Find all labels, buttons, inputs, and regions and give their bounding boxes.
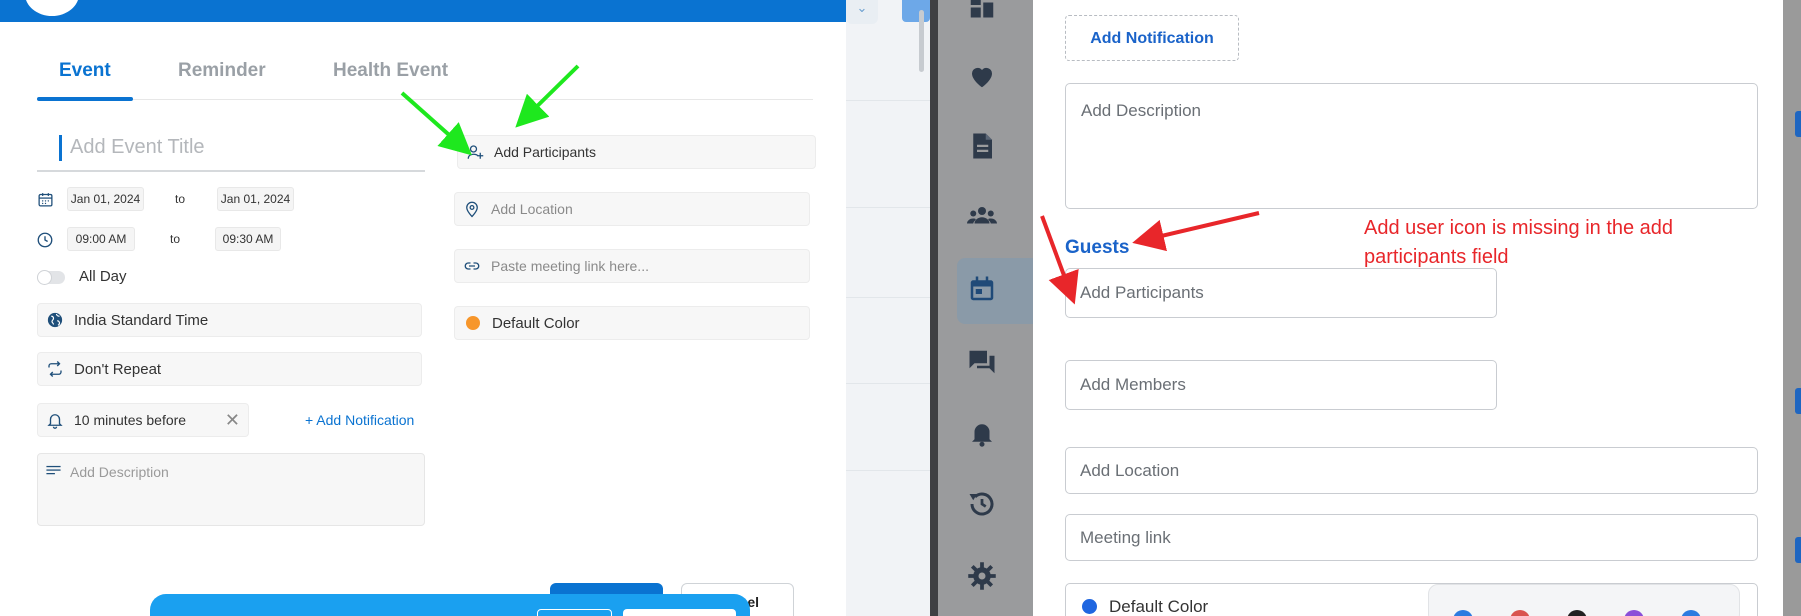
location-placeholder: Add Location xyxy=(1080,460,1180,480)
gear-icon[interactable] xyxy=(967,561,997,591)
add-notification-link[interactable]: + Add Notification xyxy=(305,412,414,428)
blue-color-dot xyxy=(1082,599,1097,614)
tab-event[interactable]: Event xyxy=(59,60,111,82)
banner-outline-button[interactable] xyxy=(537,609,612,616)
color-value: Default Color xyxy=(492,314,580,332)
add-notification-button[interactable]: Add Notification xyxy=(1065,15,1239,61)
meeting-link-field[interactable]: Meeting link xyxy=(1065,514,1758,561)
timezone-value: India Standard Time xyxy=(74,311,209,329)
color-value: Default Color xyxy=(1109,596,1209,616)
tab-divider xyxy=(133,99,813,100)
dashboard-icon[interactable] xyxy=(967,0,997,30)
timezone-select[interactable]: India Standard Time xyxy=(37,303,422,337)
background-page-strip xyxy=(846,0,930,616)
background-row-divider xyxy=(846,383,930,384)
repeat-icon xyxy=(46,360,64,378)
repeat-select[interactable]: Don't Repeat xyxy=(37,352,422,386)
link-icon xyxy=(463,257,481,275)
chevron-down-icon[interactable]: ⌄ xyxy=(846,0,878,24)
history-icon[interactable] xyxy=(967,489,997,519)
repeat-value: Don't Repeat xyxy=(74,360,162,378)
meeting-link-placeholder: Paste meeting link here... xyxy=(491,258,649,274)
tab-reminder[interactable]: Reminder xyxy=(178,60,266,82)
calendar-icon[interactable] xyxy=(967,274,997,304)
document-icon[interactable] xyxy=(967,131,997,161)
participants-placeholder: Add Participants xyxy=(1080,283,1204,302)
banner-solid-button[interactable] xyxy=(623,609,736,616)
end-date-field[interactable]: Jan 01, 2024 xyxy=(217,187,294,211)
add-user-icon xyxy=(466,143,484,161)
annotation-note: Add user icon is missing in the add part… xyxy=(1364,217,1674,268)
tab-health-event[interactable]: Health Event xyxy=(333,60,448,82)
text-caret xyxy=(59,135,62,161)
background-blue-button[interactable] xyxy=(902,0,930,22)
calendar-icon xyxy=(38,193,53,207)
meeting-link-field[interactable]: Paste meeting link here... xyxy=(454,249,810,283)
dialog-header-bar xyxy=(0,0,930,22)
orange-color-dot xyxy=(466,316,480,330)
screenshot-divider xyxy=(930,0,938,616)
notification-value: 10 minutes before xyxy=(74,412,187,428)
participants-field[interactable]: Add Participants xyxy=(1065,268,1497,318)
background-row-divider xyxy=(846,207,930,208)
toggle-knob xyxy=(37,270,52,285)
location-pin-icon xyxy=(463,200,481,218)
heart-icon[interactable] xyxy=(967,61,997,91)
chat-icon[interactable] xyxy=(967,347,997,377)
screenshot-stage: ⌄ Event Reminder Health Event Add Event … xyxy=(0,0,1801,616)
background-row-divider xyxy=(846,297,930,298)
notification-field[interactable]: 10 minutes before ✕ xyxy=(37,403,249,437)
title-underline xyxy=(37,170,425,172)
vertical-scrollbar[interactable] xyxy=(919,10,924,72)
background-row-divider xyxy=(846,100,930,101)
description-placeholder: Add Description xyxy=(70,464,169,480)
active-tab-indicator xyxy=(37,97,133,101)
all-day-label: All Day xyxy=(79,268,127,285)
members-placeholder: Add Members xyxy=(1080,375,1186,394)
members-field[interactable]: Add Members xyxy=(1065,360,1497,410)
bell-icon xyxy=(46,411,64,429)
participants-placeholder: Add Participants xyxy=(494,144,596,160)
location-field[interactable]: Add Location xyxy=(1065,447,1758,494)
edge-tab[interactable] xyxy=(1795,537,1801,563)
globe-icon xyxy=(46,311,64,329)
event-form-right: Add Notification Add Description Guests … xyxy=(938,0,1801,616)
clock-icon xyxy=(37,232,53,248)
time-range-to: to xyxy=(170,232,181,246)
start-date-field[interactable]: Jan 01, 2024 xyxy=(67,187,144,211)
location-field[interactable]: Add Location xyxy=(454,192,810,226)
close-icon[interactable]: ✕ xyxy=(225,410,240,431)
date-range-to: to xyxy=(175,192,186,206)
location-placeholder: Add Location xyxy=(491,201,573,217)
background-row-divider xyxy=(846,470,930,471)
participants-field[interactable]: Add Participants xyxy=(457,135,816,169)
group-icon[interactable] xyxy=(967,201,997,231)
bell-icon[interactable] xyxy=(967,418,997,448)
start-time-field[interactable]: 09:00 AM xyxy=(67,227,135,251)
end-time-field[interactable]: 09:30 AM xyxy=(215,227,281,251)
guests-heading: Guests xyxy=(1065,237,1130,258)
edge-tab[interactable] xyxy=(1795,388,1801,414)
edge-tab[interactable] xyxy=(1795,111,1801,137)
color-select[interactable]: Default Color xyxy=(454,306,810,340)
text-lines-icon xyxy=(46,465,61,475)
description-placeholder: Add Description xyxy=(1081,101,1202,120)
event-title-input[interactable]: Add Event Title xyxy=(70,136,205,159)
event-dialog-left: ⌄ Event Reminder Health Event Add Event … xyxy=(0,0,930,616)
right-page-edge xyxy=(1783,0,1801,616)
meeting-link-placeholder: Meeting link xyxy=(1080,527,1171,547)
